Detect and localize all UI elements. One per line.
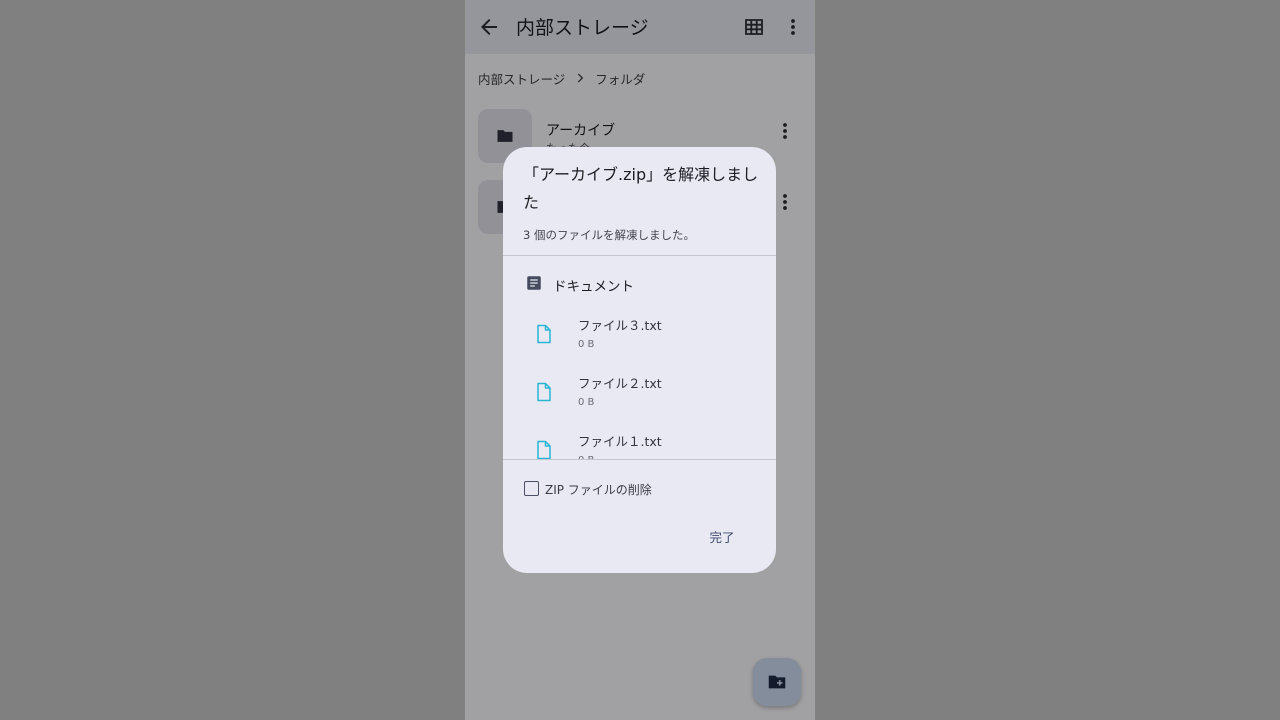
list-item[interactable]: ファイル２.txt 0 B (503, 372, 776, 430)
file-name: ファイル３.txt (578, 318, 662, 333)
extracted-files-list[interactable]: ドキュメント ファイル３.txt 0 B ファイル２.txt 0 B ファイル１… (503, 256, 776, 459)
file-icon (537, 382, 551, 402)
list-item[interactable]: ファイル１.txt 0 B (503, 430, 776, 459)
group-label: ドキュメント (553, 279, 634, 295)
extract-complete-dialog: 「アーカイブ.zip」を解凍しました 3 個のファイルを解凍しました。 ドキュメ… (503, 147, 776, 573)
dialog-title: 「アーカイブ.zip」を解凍しました (523, 165, 759, 212)
file-name: ファイル１.txt (578, 434, 662, 449)
dialog-message: 3 個のファイルを解凍しました。 (523, 228, 695, 242)
file-name: ファイル２.txt (578, 376, 662, 391)
delete-zip-checkbox[interactable] (524, 481, 539, 496)
file-size: 0 B (578, 339, 595, 350)
left-background (0, 0, 465, 720)
delete-zip-label[interactable]: ZIP ファイルの削除 (545, 481, 652, 498)
document-icon (527, 276, 541, 290)
right-background (815, 0, 1280, 720)
divider (503, 459, 776, 460)
list-item[interactable]: ファイル３.txt 0 B (503, 314, 776, 372)
file-icon (537, 440, 551, 459)
file-icon (537, 324, 551, 344)
done-button[interactable]: 完了 (695, 526, 749, 550)
file-size: 0 B (578, 397, 595, 408)
